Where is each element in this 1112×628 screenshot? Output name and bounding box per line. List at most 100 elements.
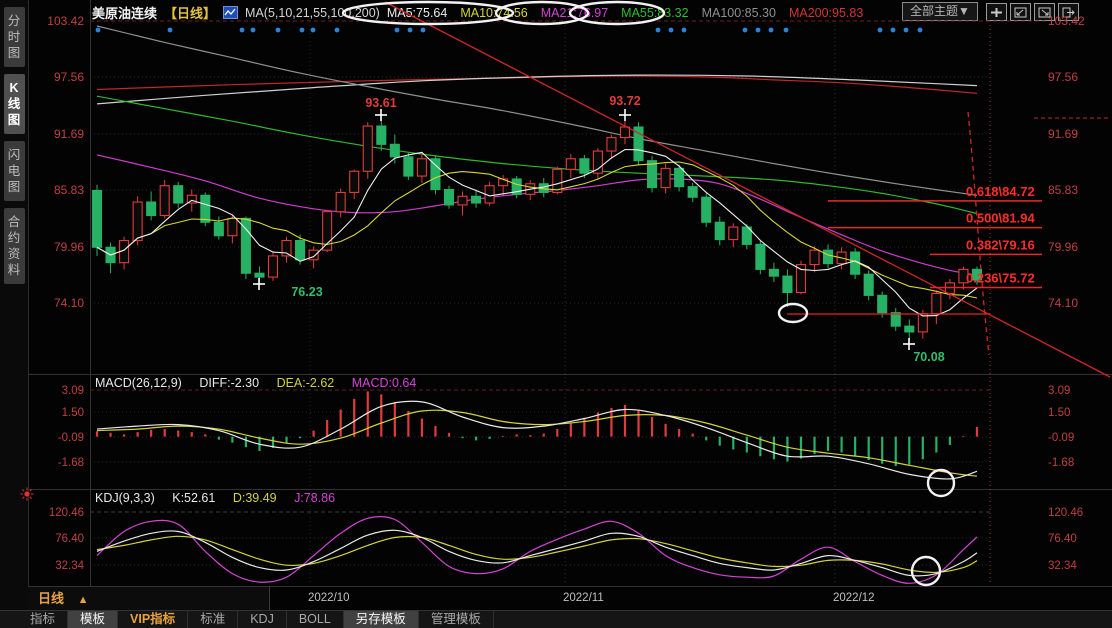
ma-line-MA100 — [97, 26, 977, 195]
axis-scale-right-icon[interactable] — [1034, 3, 1055, 21]
footer-tab-0[interactable]: 指标 — [18, 611, 68, 628]
candlestick — [972, 267, 981, 285]
sidebar-tab-3[interactable]: 合约资料 — [4, 208, 25, 284]
footer-tab-7[interactable]: 管理模板 — [419, 611, 494, 628]
candlesticks — [93, 114, 982, 341]
chart-text: -0.09 — [58, 432, 84, 444]
footer-tab-6[interactable]: 另存模板 — [344, 611, 419, 628]
sidebar-tab-0[interactable]: 分时图 — [4, 7, 25, 67]
ma-line-MA10 — [97, 162, 977, 298]
candlestick — [472, 190, 481, 208]
annotations — [343, 2, 954, 585]
chart-text: 32.34 — [1048, 560, 1077, 572]
kdj-title: KDJ(9,3,3) — [95, 491, 155, 505]
ma-line-MA55 — [97, 96, 977, 213]
footer-tab-2[interactable]: VIP指标 — [118, 611, 188, 628]
chart-text: 93.61 — [365, 96, 396, 110]
ma-values: MA5:75.64MA10:74.56MA21:76.97MA55:83.32M… — [387, 6, 876, 20]
chart-text: 91.69 — [1048, 127, 1078, 141]
ma-value-1: MA10:74.56 — [460, 6, 527, 20]
kdj-j-line — [97, 517, 977, 584]
candlestick — [255, 267, 264, 283]
candlestick — [756, 241, 765, 275]
macd-diff-value: DIFF:-2.30 — [199, 376, 259, 390]
candlestick — [634, 122, 643, 165]
event-dots — [96, 28, 923, 33]
candlestick — [174, 182, 183, 208]
macd-panel — [97, 391, 977, 479]
candlestick — [593, 148, 602, 179]
candlestick — [796, 261, 805, 295]
theme-selector-button[interactable]: 全部主题▼ — [902, 2, 978, 21]
kdj-k-value: K:52.61 — [172, 491, 215, 505]
pan-icon[interactable] — [986, 3, 1007, 21]
candlestick — [851, 248, 860, 279]
footer-tab-1[interactable]: 模板 — [68, 611, 118, 628]
ma-value-3: MA55:83.32 — [621, 6, 688, 20]
ma-line-MA5 — [97, 150, 977, 316]
exit-panel-icon[interactable] — [1058, 3, 1079, 21]
sidebar-tab-1[interactable]: K线图 — [4, 74, 25, 134]
axis-scale-left-icon[interactable] — [1010, 3, 1031, 21]
annotation-ellipse — [912, 557, 940, 585]
footer-tab-4[interactable]: KDJ — [238, 611, 287, 628]
chart-text: -1.68 — [58, 457, 84, 469]
fibonacci-levels: 0.618\84.720.500\81.940.382\79.160.236\7… — [828, 184, 1042, 288]
chart-text: 79.96 — [54, 240, 84, 254]
candlestick — [431, 156, 440, 194]
candlestick — [390, 135, 399, 164]
kdj-j-value: J:78.86 — [294, 491, 335, 505]
candlestick — [878, 292, 887, 318]
candlestick — [458, 191, 467, 215]
chart-text: 97.56 — [54, 70, 84, 84]
footer-toolbar: 指标模板VIP指标标准KDJBOLL另存模板管理模板 — [0, 610, 1112, 628]
chart-text: -1.68 — [1048, 457, 1074, 469]
ma-line-long-gray-curve — [97, 75, 977, 104]
footer-tab-5[interactable]: BOLL — [287, 611, 344, 628]
chart-text: 0.618\84.72 — [966, 184, 1035, 199]
chart-text: 3.09 — [62, 385, 84, 397]
chart-text: 32.34 — [55, 560, 84, 572]
candlestick — [553, 166, 562, 194]
chart-canvas: 0.618\84.720.500\81.940.382\79.160.236\7… — [0, 0, 1112, 628]
candlestick — [688, 183, 697, 202]
candlestick — [783, 269, 792, 307]
bottom-row: 日线 ▲ — [28, 586, 1112, 611]
ma-value-2: MA21:76.97 — [541, 6, 608, 20]
period-selector[interactable]: 日线 ▲ — [28, 587, 270, 610]
candlestick — [945, 279, 954, 299]
ma-settings-label: MA(5,10,21,55,100,200) — [245, 6, 380, 20]
candlestick — [566, 154, 575, 178]
candlestick — [959, 267, 968, 290]
ma-line-MA200 — [97, 76, 977, 93]
drawn-lines — [385, 2, 1110, 377]
candlestick — [404, 153, 413, 180]
chart-text: 91.69 — [54, 127, 84, 141]
chart-text: 97.56 — [1048, 70, 1078, 84]
candlestick — [620, 114, 629, 144]
kdj-k-line — [97, 530, 977, 576]
candlestick — [201, 192, 210, 226]
candlestick — [336, 189, 345, 218]
candlestick — [526, 180, 535, 200]
candlestick — [824, 244, 833, 268]
indicator-chart-icon — [223, 6, 238, 19]
chart-text: 70.08 — [913, 350, 944, 364]
footer-tab-3[interactable]: 标准 — [188, 611, 238, 628]
chart-text: 74.10 — [1048, 296, 1078, 310]
chart-text: 74.10 — [54, 296, 84, 310]
chart-text: 120.46 — [1048, 507, 1083, 519]
candlestick — [715, 216, 724, 245]
candlestick — [93, 185, 102, 256]
candlestick — [282, 237, 291, 263]
candlestick — [810, 246, 819, 272]
candlestick — [187, 190, 196, 212]
macd-title: MACD(26,12,9) — [95, 376, 182, 390]
sidebar-tab-2[interactable]: 闪电图 — [4, 141, 25, 201]
chart-text: 85.83 — [54, 183, 84, 197]
candlestick — [377, 115, 386, 151]
chart-text: 3.09 — [1048, 385, 1070, 397]
chart-text: 120.46 — [49, 507, 84, 519]
chart-text: 76.23 — [291, 285, 322, 299]
period-selector-label: 日线 — [38, 591, 64, 606]
